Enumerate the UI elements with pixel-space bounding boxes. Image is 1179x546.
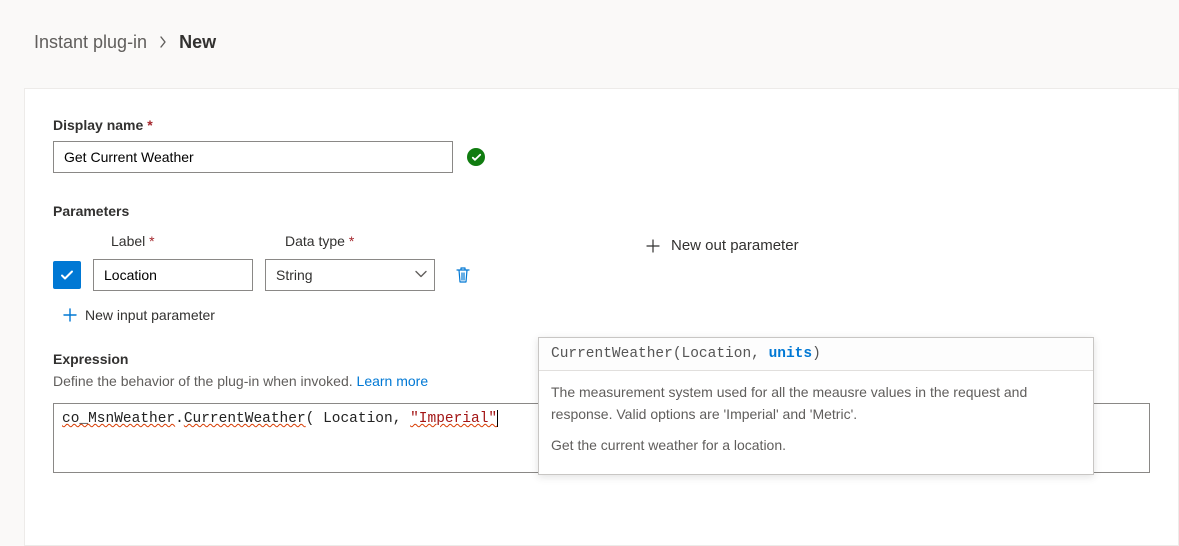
display-name-input[interactable] — [53, 141, 453, 173]
required-asterisk: * — [349, 233, 354, 249]
form-card: Display name * Parameters Label * Data t… — [24, 88, 1179, 546]
intellisense-desc-param: The measurement system used for all the … — [551, 381, 1081, 426]
delete-param-button[interactable] — [451, 263, 475, 287]
intellisense-body: The measurement system used for all the … — [539, 371, 1093, 474]
add-input-label: New input parameter — [85, 307, 215, 323]
intellisense-active-param: units — [769, 346, 813, 362]
plus-icon — [645, 238, 661, 254]
code-token-arg: Location — [323, 411, 393, 427]
breadcrumb-parent[interactable]: Instant plug-in — [34, 32, 147, 53]
display-name-label: Display name * — [53, 117, 1150, 133]
parameters-heading: Parameters — [53, 203, 1150, 219]
breadcrumb: Instant plug-in New — [0, 0, 1179, 53]
required-asterisk: * — [147, 117, 152, 133]
code-token-method: CurrentWeather — [184, 411, 306, 427]
chevron-down-icon — [414, 267, 428, 284]
param-row: String — [53, 259, 475, 291]
add-out-parameter-button[interactable]: New out parameter — [645, 237, 1150, 254]
display-name-label-text: Display name — [53, 117, 143, 133]
add-input-parameter-button[interactable]: New input parameter — [63, 307, 475, 323]
text-caret — [497, 410, 498, 427]
check-circle-icon — [467, 148, 485, 166]
breadcrumb-current: New — [179, 32, 216, 53]
intellisense-signature: CurrentWeather(Location, units) — [539, 338, 1093, 371]
add-output-label: New out parameter — [671, 237, 799, 254]
col-header-label: Label * — [111, 233, 285, 249]
intellisense-desc-fn: Get the current weather for a location. — [551, 434, 1081, 456]
intellisense-tooltip: CurrentWeather(Location, units) The meas… — [538, 337, 1094, 475]
param-checkbox[interactable] — [53, 261, 81, 289]
param-data-type-value: String — [276, 267, 313, 283]
plus-icon — [63, 308, 77, 322]
required-asterisk: * — [149, 233, 154, 249]
code-token-string: "Imperial" — [410, 411, 497, 427]
chevron-right-icon — [157, 32, 169, 53]
code-token-namespace: co_MsnWeather — [62, 411, 175, 427]
learn-more-link[interactable]: Learn more — [357, 373, 429, 389]
param-data-type-select[interactable]: String — [265, 259, 435, 291]
col-header-data-type: Data type * — [285, 233, 461, 249]
param-label-input[interactable] — [93, 259, 253, 291]
